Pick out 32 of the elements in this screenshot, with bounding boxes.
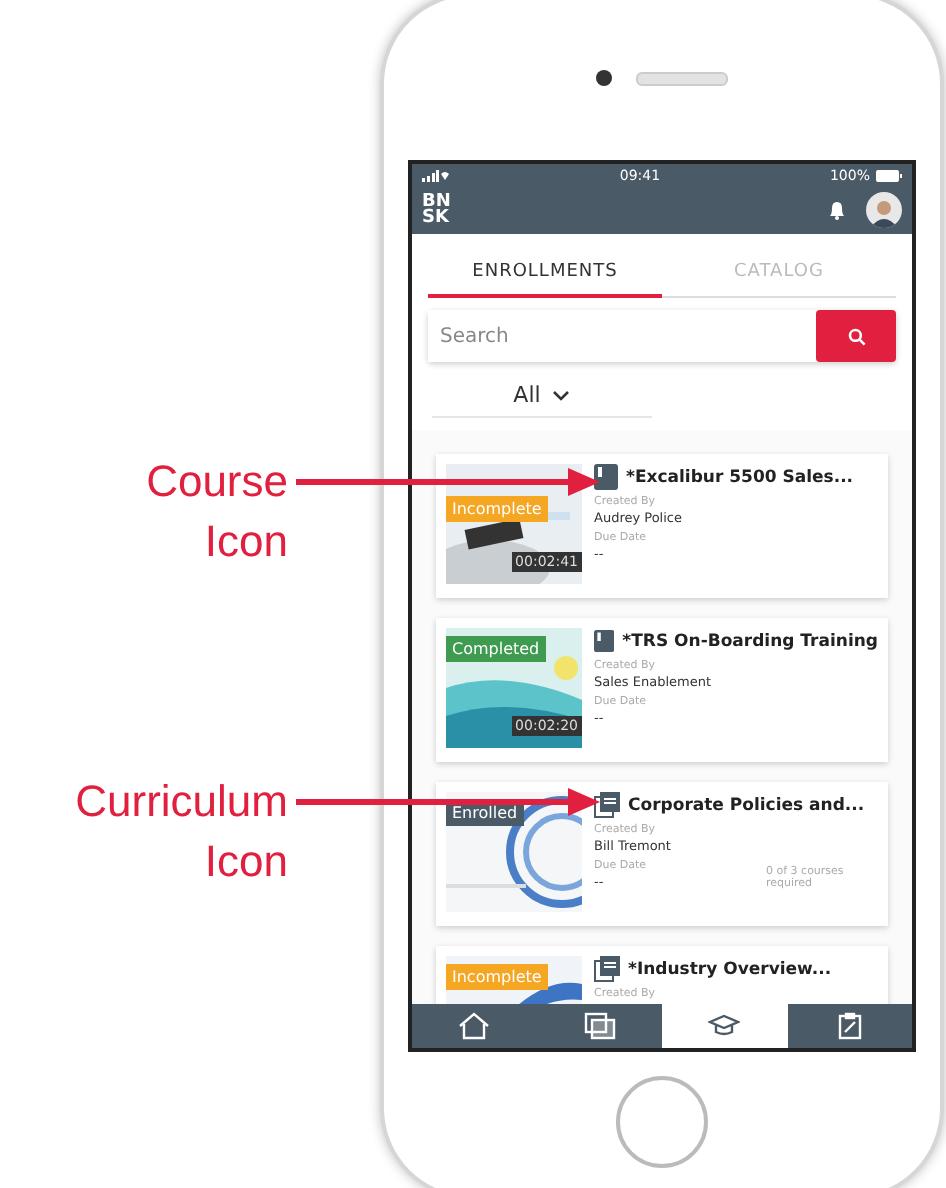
tab[interactable]: ENROLLMENTS: [428, 246, 662, 298]
home-icon: [458, 1012, 491, 1040]
speaker-slot: [636, 71, 728, 85]
annotation-label: Curriculum Icon: [75, 774, 288, 890]
course-title: *Excalibur 5500 Sales...: [626, 467, 854, 487]
stacked-documents-icon: [594, 792, 620, 818]
camera-dot: [596, 70, 612, 86]
graduation-cap-icon: [708, 1012, 741, 1040]
chevron-down-icon: [552, 389, 571, 401]
nav-tab[interactable]: [412, 1004, 537, 1048]
nav-tab[interactable]: [537, 1004, 662, 1048]
status-badge: Incomplete: [446, 964, 548, 990]
annotation-label: Course Icon: [146, 454, 288, 570]
bell-icon[interactable]: [828, 200, 846, 220]
book-icon: [594, 628, 615, 654]
nav-tab[interactable]: [787, 1004, 912, 1048]
clipboard-icon: [833, 1012, 866, 1040]
status-badge: Incomplete: [446, 496, 548, 522]
book-icon: [594, 464, 618, 490]
signal-icon: [422, 169, 450, 181]
course-title: Corporate Policies and...: [628, 795, 865, 815]
filter-dropdown[interactable]: All: [432, 378, 652, 418]
course-title: *Industry Overview...: [628, 959, 832, 979]
brand-logo: BN SK: [422, 194, 451, 226]
course-title: *TRS On-Boarding Training: [622, 631, 878, 651]
battery-icon: [875, 169, 902, 181]
copy-icon: [583, 1012, 616, 1040]
search-button[interactable]: [816, 310, 896, 362]
status-badge: Completed: [446, 636, 546, 662]
stacked-documents-icon: [594, 956, 620, 982]
search-icon: [847, 327, 865, 345]
user-avatar[interactable]: [866, 192, 902, 228]
